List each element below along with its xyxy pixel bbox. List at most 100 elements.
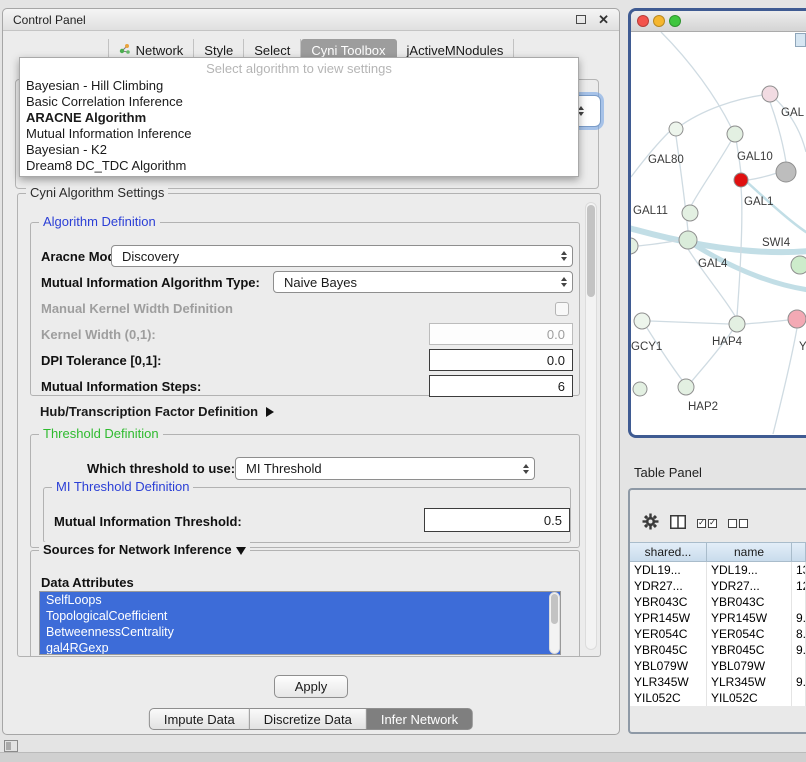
network-edge[interactable] — [773, 328, 797, 434]
attributes-scrollbar-thumb[interactable] — [551, 594, 558, 624]
table-cell: YPR145W — [630, 610, 707, 626]
table-cell: YBR045C — [707, 642, 792, 658]
table-column-header[interactable]: name — [707, 543, 792, 561]
table-cell: YIL052C — [630, 690, 707, 706]
network-edge[interactable] — [661, 32, 731, 127]
network-node[interactable] — [669, 122, 683, 136]
table-row[interactable]: YER054CYER054C8. — [630, 626, 806, 642]
network-node[interactable] — [791, 256, 806, 274]
algorithm-option-dream8-dc-tdc-algorithm[interactable]: Dream8 DC_TDC Algorithm — [20, 158, 578, 174]
aracne-mode-select[interactable]: Discovery — [111, 245, 573, 267]
network-edge[interactable] — [638, 240, 679, 246]
network-node[interactable] — [727, 126, 743, 142]
network-canvas[interactable]: GALGAL80GAL10GAL11GAL1SWI4GAL4GCY1HAP4YH… — [631, 32, 806, 435]
network-node[interactable] — [729, 316, 745, 332]
table-cell: YDR27... — [707, 578, 792, 594]
settings-scrollbar-thumb[interactable] — [587, 205, 595, 297]
attribute-item-topologicalcoefficient[interactable]: TopologicalCoefficient — [40, 608, 560, 624]
algorithm-option-bayesian-k2[interactable]: Bayesian - K2 — [20, 142, 578, 158]
network-node-label-gal: GAL — [781, 107, 805, 119]
table-row[interactable]: YBL079WYBL079W — [630, 658, 806, 674]
float-window-icon[interactable] — [576, 15, 586, 24]
network-edge[interactable] — [745, 320, 788, 324]
network-window-titlebar[interactable] — [631, 11, 806, 32]
bottom-tab-impute-data[interactable]: Impute Data — [149, 708, 250, 730]
table-row[interactable]: YLR345WYLR345W9. — [630, 674, 806, 690]
table-column-header[interactable] — [792, 543, 806, 561]
settings-scrollbar[interactable] — [585, 202, 597, 650]
algorithm-popup-list: Bayesian - Hill ClimbingBasic Correlatio… — [20, 78, 578, 174]
dpi-tolerance-field[interactable]: 0.0 — [429, 349, 573, 371]
network-node[interactable] — [788, 310, 806, 328]
gear-icon[interactable] — [642, 513, 659, 533]
cyni-settings-groupbox: Cyni Algorithm Settings Algorithm Defini… — [17, 193, 601, 657]
network-node-label-gal80: GAL80 — [648, 154, 684, 166]
attribute-item-betweennesscentrality[interactable]: BetweennessCentrality — [40, 624, 560, 640]
table-cell: YBR045C — [630, 642, 707, 658]
unchecked-pair-icon[interactable] — [728, 519, 748, 528]
mi-steps-field[interactable]: 6 — [429, 375, 573, 397]
table-row[interactable]: YBR043CYBR043C — [630, 594, 806, 610]
network-node[interactable] — [678, 379, 694, 395]
network-node-label-hap4: HAP4 — [712, 336, 743, 348]
minimize-traffic-light-icon[interactable] — [653, 15, 665, 27]
table-row[interactable]: YIL052CYIL052C — [630, 690, 806, 706]
network-edge[interactable] — [748, 173, 777, 180]
table-cell: YIL052C — [707, 690, 792, 706]
table-cell: YLR345W — [630, 674, 707, 690]
algorithm-option-basic-correlation-inference[interactable]: Basic Correlation Inference — [20, 94, 578, 110]
network-node[interactable] — [634, 313, 650, 329]
network-node[interactable] — [679, 231, 697, 249]
columns-icon[interactable] — [670, 515, 686, 532]
table-column-header[interactable]: shared... — [630, 543, 707, 561]
sources-legend[interactable]: Sources for Network Inference — [39, 542, 250, 557]
checked-pair-icon[interactable]: ✓✓ — [697, 519, 717, 528]
manual-kernel-label: Manual Kernel Width Definition — [41, 301, 233, 316]
tab-label: Style — [204, 43, 233, 58]
control-panel-titlebar[interactable]: Control Panel ✕ — [3, 9, 619, 31]
network-node[interactable] — [633, 382, 647, 396]
attributes-scrollbar[interactable] — [549, 592, 560, 654]
network-node-label-swi4: SWI4 — [762, 237, 791, 249]
network-node[interactable] — [631, 238, 638, 254]
network-node[interactable] — [762, 86, 778, 102]
which-threshold-select[interactable]: MI Threshold — [235, 457, 535, 480]
table-row[interactable]: YPR145WYPR145W9. — [630, 610, 806, 626]
hub-section-toggle[interactable]: Hub/Transcription Factor Definition — [40, 404, 274, 419]
network-edge[interactable] — [691, 134, 735, 206]
table-row[interactable]: YBR045CYBR045C9. — [630, 642, 806, 658]
network-node[interactable] — [734, 173, 748, 187]
algorithm-option-mutual-information-inference[interactable]: Mutual Information Inference — [20, 126, 578, 142]
network-edge[interactable] — [747, 182, 806, 234]
network-node[interactable] — [776, 162, 796, 182]
algorithm-option-bayesian-hill-climbing[interactable]: Bayesian - Hill Climbing — [20, 78, 578, 94]
attribute-item-selfloops[interactable]: SelfLoops — [40, 592, 560, 608]
algorithm-popup: Select algorithm to view settings Bayesi… — [19, 57, 579, 177]
network-edge[interactable] — [647, 328, 682, 380]
zoom-traffic-light-icon[interactable] — [669, 15, 681, 27]
network-edge[interactable] — [650, 321, 729, 324]
table-panel-title: Table Panel — [634, 465, 702, 480]
tab-label: Cyni Toolbox — [311, 43, 385, 58]
close-icon[interactable]: ✕ — [598, 13, 609, 26]
table-row[interactable]: YDL19...YDL19...13 — [630, 562, 806, 578]
network-node[interactable] — [682, 205, 698, 221]
canvas-scroll-nub[interactable] — [795, 33, 806, 47]
mi-threshold-groupbox: MI Threshold Definition Mutual Informati… — [43, 487, 571, 543]
bottom-tab-infer-network[interactable]: Infer Network — [367, 708, 473, 730]
table-row[interactable]: YDR27...YDR27...12 — [630, 578, 806, 594]
algorithm-option-aracne-algorithm[interactable]: ARACNE Algorithm — [20, 110, 578, 126]
mi-threshold-field[interactable]: 0.5 — [424, 508, 570, 532]
kernel-width-field[interactable]: 0.0 — [429, 323, 573, 345]
network-node-label-y: Y — [799, 341, 806, 353]
table-cell — [792, 690, 806, 706]
apply-button[interactable]: Apply — [274, 675, 348, 698]
bottom-tab-discretize-data[interactable]: Discretize Data — [250, 708, 367, 730]
close-traffic-light-icon[interactable] — [637, 15, 649, 27]
docked-panel-icon[interactable] — [4, 740, 18, 752]
network-edge[interactable] — [770, 94, 806, 152]
tab-label: Network — [136, 43, 184, 58]
mi-type-select[interactable]: Naive Bayes — [273, 271, 573, 293]
manual-kernel-checkbox[interactable] — [555, 302, 569, 316]
attribute-item-gal4rgexp[interactable]: gal4RGexp — [40, 640, 560, 655]
